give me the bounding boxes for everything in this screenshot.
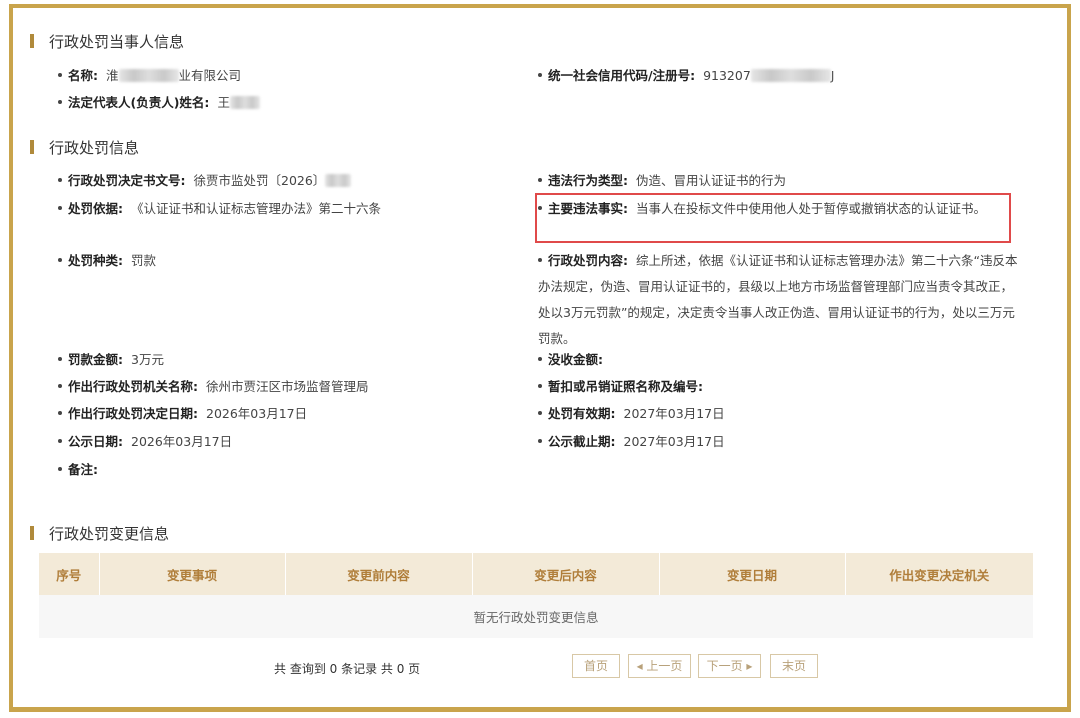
bullet-icon xyxy=(538,178,542,182)
penalty-content-label: 行政处罚内容: xyxy=(548,253,628,268)
section-party-title: 行政处罚当事人信息 xyxy=(49,32,185,51)
bullet-icon xyxy=(58,73,62,77)
empty-message: 暂无行政处罚变更信息 xyxy=(39,595,1033,638)
publish-end-value: 2027年03月17日 xyxy=(623,434,725,449)
basis-value: 《认证证书和认证标志管理办法》第二十六条 xyxy=(131,201,382,216)
column-header: 变更事项 xyxy=(99,553,286,595)
credit-code-label: 统一社会信用代码/注册号: xyxy=(548,68,696,83)
publish-date-label: 公示日期: xyxy=(68,434,123,449)
name-value-suffix: 业有限公司 xyxy=(178,68,242,83)
fine-amount-label: 罚款金额: xyxy=(68,352,123,367)
field-remark: 备注: xyxy=(58,457,106,483)
redaction-blur xyxy=(750,68,831,82)
field-doc-no: 行政处罚决定书文号: 徐贾市监处罚〔2026〕 xyxy=(58,168,352,194)
remark-label: 备注: xyxy=(68,462,98,477)
bullet-icon xyxy=(58,357,62,361)
field-authority: 作出行政处罚机关名称: 徐州市贾汪区市场监督管理局 xyxy=(58,374,369,400)
bullet-icon xyxy=(58,411,62,415)
bullet-icon xyxy=(538,357,542,361)
license-label: 暂扣或吊销证照名称及编号: xyxy=(548,379,703,394)
validity-label: 处罚有效期: xyxy=(548,406,616,421)
legal-rep-label: 法定代表人(负责人)姓名: xyxy=(68,95,210,110)
field-publish-date: 公示日期: 2026年03月17日 xyxy=(58,429,232,455)
section-penalty-heading: 行政处罚信息 xyxy=(30,137,139,157)
bullet-icon xyxy=(538,411,542,415)
section-marker xyxy=(30,34,34,48)
bullet-icon xyxy=(538,439,542,443)
bullet-icon xyxy=(538,384,542,388)
credit-code-suffix: J xyxy=(830,68,835,83)
violation-type-value: 伪造、冒用认证证书的行为 xyxy=(636,173,787,188)
bullet-icon xyxy=(58,439,62,443)
column-header: 作出变更决定机关 xyxy=(845,553,1033,595)
decision-date-label: 作出行政处罚决定日期: xyxy=(68,406,198,421)
legal-rep-prefix: 王 xyxy=(217,95,230,110)
section-party-heading: 行政处罚当事人信息 xyxy=(30,31,184,51)
penalty-type-label: 处罚种类: xyxy=(68,253,123,268)
bullet-icon xyxy=(538,73,542,77)
publish-date-value: 2026年03月17日 xyxy=(131,434,233,449)
field-license: 暂扣或吊销证照名称及编号: xyxy=(538,374,711,400)
field-confiscation: 没收金额: xyxy=(538,347,611,373)
last-page-button[interactable]: 末页 xyxy=(770,654,818,678)
field-basis: 处罚依据: 《认证证书和认证标志管理办法》第二十六条 xyxy=(58,196,381,222)
prev-page-button[interactable]: ◂ 上一页 xyxy=(628,654,691,678)
field-legal-rep: 法定代表人(负责人)姓名: 王 xyxy=(58,90,260,116)
highlight-box xyxy=(535,193,1011,243)
field-decision-date: 作出行政处罚决定日期: 2026年03月17日 xyxy=(58,401,307,427)
bullet-icon xyxy=(58,178,62,182)
authority-value: 徐州市贾汪区市场监督管理局 xyxy=(206,379,369,394)
next-page-button[interactable]: 下一页 ▸ xyxy=(698,654,761,678)
redaction-blur xyxy=(229,95,260,109)
decision-date-value: 2026年03月17日 xyxy=(206,406,308,421)
field-penalty-content: 行政处罚内容: 综上所述，依据《认证证书和认证标志管理办法》第二十六条“违反本办法… xyxy=(538,248,1020,352)
table-row: 暂无行政处罚变更信息 xyxy=(39,595,1033,638)
field-publish-end: 公示截止期: 2027年03月17日 xyxy=(538,429,725,455)
authority-label: 作出行政处罚机关名称: xyxy=(68,379,198,394)
column-header: 序号 xyxy=(39,553,100,595)
redaction-blur xyxy=(118,68,179,82)
confiscation-label: 没收金额: xyxy=(548,352,603,367)
table-header-row: 序号 变更事项 变更前内容 变更后内容 变更日期 作出变更决定机关 xyxy=(39,553,1033,595)
column-header: 变更后内容 xyxy=(472,553,660,595)
section-marker xyxy=(30,526,34,540)
basis-label: 处罚依据: xyxy=(68,201,123,216)
name-value-prefix: 淮 xyxy=(106,68,119,83)
violation-type-label: 违法行为类型: xyxy=(548,173,628,188)
field-credit-code: 统一社会信用代码/注册号: 913207 J xyxy=(538,63,834,89)
column-header: 变更前内容 xyxy=(285,553,473,595)
field-name: 名称: 淮 业有限公司 xyxy=(58,63,241,89)
bullet-icon xyxy=(58,384,62,388)
bullet-icon xyxy=(58,100,62,104)
credit-code-prefix: 913207 xyxy=(703,68,751,83)
section-change-title: 行政处罚变更信息 xyxy=(49,524,170,543)
fine-amount-value: 3万元 xyxy=(131,352,164,367)
pager-summary: 共 查询到 0 条记录 共 0 页 xyxy=(274,662,421,676)
section-penalty-title: 行政处罚信息 xyxy=(49,138,140,157)
doc-no-label: 行政处罚决定书文号: xyxy=(68,173,186,188)
publish-end-label: 公示截止期: xyxy=(548,434,616,449)
penalty-type-value: 罚款 xyxy=(131,253,157,268)
bullet-icon xyxy=(538,258,542,262)
field-fine-amount: 罚款金额: 3万元 xyxy=(58,347,164,373)
field-violation-type: 违法行为类型: 伪造、冒用认证证书的行为 xyxy=(538,168,786,194)
change-table: 序号 变更事项 变更前内容 变更后内容 变更日期 作出变更决定机关 暂无行政处罚… xyxy=(39,553,1033,638)
field-validity: 处罚有效期: 2027年03月17日 xyxy=(538,401,725,427)
doc-no-value: 徐贾市监处罚〔2026〕 xyxy=(193,173,326,188)
name-label: 名称: xyxy=(68,68,98,83)
bullet-icon xyxy=(58,258,62,262)
column-header: 变更日期 xyxy=(659,553,846,595)
first-page-button[interactable]: 首页 xyxy=(572,654,620,678)
field-penalty-type: 处罚种类: 罚款 xyxy=(58,248,156,274)
section-change-heading: 行政处罚变更信息 xyxy=(30,523,169,543)
bullet-icon xyxy=(58,206,62,210)
redaction-blur xyxy=(325,173,352,187)
section-marker xyxy=(30,140,34,154)
validity-value: 2027年03月17日 xyxy=(623,406,725,421)
bullet-icon xyxy=(58,467,62,471)
